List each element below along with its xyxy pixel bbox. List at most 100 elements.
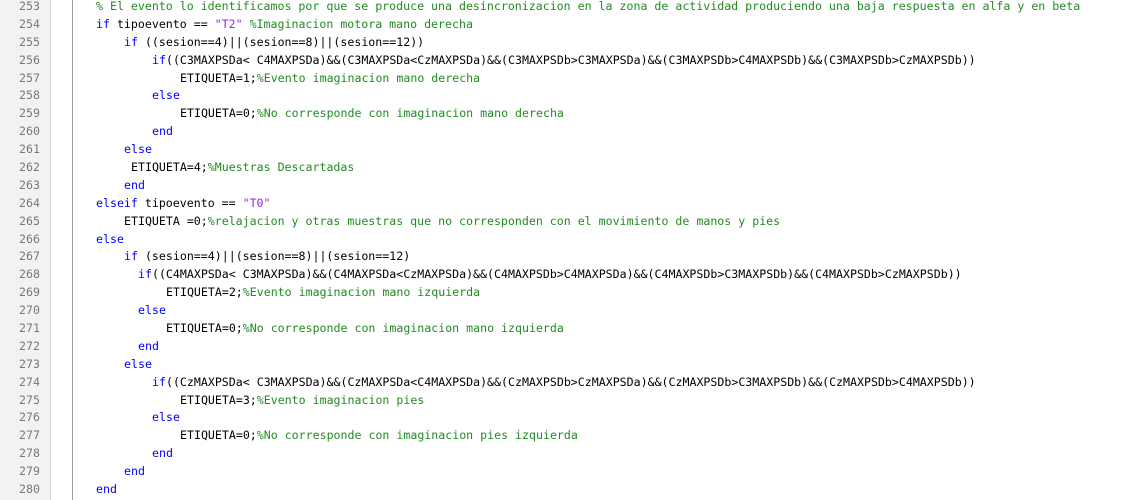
code-text[interactable]: else xyxy=(124,141,152,159)
keyword-token: else xyxy=(124,356,152,371)
code-text[interactable]: else xyxy=(152,87,180,105)
code-token: ETIQUETA=1; xyxy=(180,70,257,85)
line-number: 262 xyxy=(19,160,40,175)
line-number: 276 xyxy=(19,410,40,425)
code-text[interactable]: if ((sesion==4)||(sesion==8)||(sesion==1… xyxy=(124,34,424,52)
code-line[interactable]: 266 else xyxy=(0,231,1136,249)
code-text[interactable]: ETIQUETA=1;%Evento imaginacion mano dere… xyxy=(180,70,480,88)
keyword-token: else xyxy=(152,88,180,103)
keyword-token: end xyxy=(138,338,159,353)
code-text[interactable]: ETIQUETA=2;%Evento imaginacion mano izqu… xyxy=(166,284,480,302)
code-text[interactable]: if((C3MAXPSDa< C4MAXPSDa)&&(C3MAXPSDa<Cz… xyxy=(152,52,976,70)
code-line[interactable]: 262 ETIQUETA=4;%Muestras Descartadas xyxy=(0,159,1136,177)
code-line[interactable]: 264 elseif tipoevento == "T0" xyxy=(0,195,1136,213)
line-number: 269 xyxy=(19,285,40,300)
line-number: 265 xyxy=(19,213,40,228)
line-number: 263 xyxy=(19,177,40,192)
keyword-token: if xyxy=(124,249,138,264)
code-text[interactable]: elseif tipoevento == "T0" xyxy=(96,195,271,213)
code-text[interactable]: if (sesion==4)||(sesion==8)||(sesion==12… xyxy=(124,248,410,266)
code-token: ((CzMAXPSDa< C3MAXPSDa)&&(CzMAXPSDa<C4MA… xyxy=(165,374,976,389)
code-line[interactable]: 268 if((C4MAXPSDa< C3MAXPSDa)&&(C4MAXPSDa… xyxy=(0,266,1136,284)
code-line[interactable]: 271 ETIQUETA=0;%No corresponde con imagin… xyxy=(0,320,1136,338)
code-text[interactable]: % El evento lo identificamos por que se … xyxy=(96,0,1080,16)
line-number: 253 xyxy=(19,0,40,13)
keyword-token: if xyxy=(152,52,166,67)
comment-token: %Imaginacion motora mano derecha xyxy=(249,16,473,31)
comment-token: %No corresponde con imaginacion mano izq… xyxy=(242,321,564,336)
line-number: 257 xyxy=(19,70,40,85)
code-text[interactable]: else xyxy=(124,356,152,374)
code-line[interactable]: 265 ETIQUETA =0;%relajacion y otras muest… xyxy=(0,213,1136,231)
code-text[interactable]: else xyxy=(152,409,180,427)
code-token: ETIQUETA=0; xyxy=(180,106,257,121)
keyword-token: end xyxy=(152,124,173,139)
line-number: 261 xyxy=(19,142,40,157)
code-line[interactable]: 263 end xyxy=(0,177,1136,195)
code-line[interactable]: 272 end xyxy=(0,338,1136,356)
code-line[interactable]: 267 if (sesion==4)||(sesion==8)||(sesion=… xyxy=(0,248,1136,266)
code-text[interactable]: else xyxy=(96,231,124,249)
code-text[interactable]: ETIQUETA=4;%Muestras Descartadas xyxy=(131,159,354,177)
line-number: 268 xyxy=(19,267,40,282)
code-line[interactable]: 259 ETIQUETA=0;%No corresponde con imagin… xyxy=(0,105,1136,123)
line-number: 270 xyxy=(19,303,40,318)
keyword-token: else xyxy=(96,231,124,246)
comment-token: %Evento imaginacion mano derecha xyxy=(256,70,481,85)
code-line[interactable]: 257 ETIQUETA=1;%Evento imaginacion mano d… xyxy=(0,70,1136,88)
keyword-token: if xyxy=(96,16,110,31)
code-text[interactable]: end xyxy=(138,338,159,356)
code-text[interactable]: ETIQUETA =0;%relajacion y otras muestras… xyxy=(124,213,780,231)
code-line[interactable]: 260 end xyxy=(0,123,1136,141)
code-line[interactable]: 275 ETIQUETA=3;%Evento imaginacion pies xyxy=(0,392,1136,410)
code-text[interactable]: end xyxy=(124,463,145,481)
code-token: (sesion==4)||(sesion==8)||(sesion==12) xyxy=(137,249,411,264)
code-line[interactable]: 270 else xyxy=(0,302,1136,320)
code-line[interactable]: 273 else xyxy=(0,356,1136,374)
code-line[interactable]: 278 end xyxy=(0,445,1136,463)
code-token: ETIQUETA=0; xyxy=(166,321,243,336)
code-line[interactable]: 261 else xyxy=(0,141,1136,159)
code-text[interactable]: end xyxy=(96,481,117,499)
code-editor[interactable]: 253 % El evento lo identificamos por que … xyxy=(0,0,1136,500)
code-text[interactable]: end xyxy=(124,177,145,195)
code-line[interactable]: 279 end xyxy=(0,463,1136,481)
code-text[interactable]: if((C4MAXPSDa< C3MAXPSDa)&&(C4MAXPSDa<Cz… xyxy=(138,266,962,284)
code-token: ((sesion==4)||(sesion==8)||(sesion==12)) xyxy=(137,34,425,49)
code-text[interactable]: ETIQUETA=0;%No corresponde con imaginaci… xyxy=(166,320,564,338)
line-number: 256 xyxy=(19,52,40,67)
code-line[interactable]: 276 else xyxy=(0,409,1136,427)
comment-token: %No corresponde con imaginacion pies izq… xyxy=(256,428,578,443)
code-line[interactable]: 256 if((C3MAXPSDa< C4MAXPSDa)&&(C3MAXPSDa… xyxy=(0,52,1136,70)
keyword-token: else xyxy=(138,303,166,318)
code-token: tipoevento == xyxy=(109,16,215,31)
code-text[interactable]: ETIQUETA=3;%Evento imaginacion pies xyxy=(180,392,424,410)
code-line[interactable]: 269 ETIQUETA=2;%Evento imaginacion mano i… xyxy=(0,284,1136,302)
line-number: 278 xyxy=(19,446,40,461)
code-line[interactable]: 274 if((CzMAXPSDa< C3MAXPSDa)&&(CzMAXPSDa… xyxy=(0,374,1136,392)
line-number: 258 xyxy=(19,88,40,103)
code-token: ETIQUETA=0; xyxy=(180,428,257,443)
keyword-token: if xyxy=(152,374,166,389)
code-line[interactable]: 253 % El evento lo identificamos por que … xyxy=(0,0,1136,16)
code-text[interactable]: end xyxy=(152,445,173,463)
code-text[interactable]: else xyxy=(138,302,166,320)
code-text[interactable]: if tipoevento == "T2" %Imaginacion motor… xyxy=(96,16,473,34)
code-token: ETIQUETA=2; xyxy=(166,285,243,300)
code-text[interactable]: if((CzMAXPSDa< C3MAXPSDa)&&(CzMAXPSDa<C4… xyxy=(152,374,976,392)
code-line[interactable]: 255 if ((sesion==4)||(sesion==8)||(sesion… xyxy=(0,34,1136,52)
keyword-token: if xyxy=(138,267,152,282)
code-lines[interactable]: 253 % El evento lo identificamos por que … xyxy=(0,0,1136,499)
line-number: 255 xyxy=(19,34,40,49)
code-line[interactable]: 280 end xyxy=(0,481,1136,499)
code-text[interactable]: ETIQUETA=0;%No corresponde con imaginaci… xyxy=(180,427,578,445)
comment-token: %relajacion y otras muestras que no corr… xyxy=(207,213,781,228)
code-line[interactable]: 254 if tipoevento == "T2" %Imaginacion mo… xyxy=(0,16,1136,34)
code-text[interactable]: end xyxy=(152,123,173,141)
line-number: 275 xyxy=(19,392,40,407)
code-token: tipoevento == xyxy=(137,195,243,210)
code-text[interactable]: ETIQUETA=0;%No corresponde con imaginaci… xyxy=(180,105,564,123)
code-line[interactable]: 258 else xyxy=(0,87,1136,105)
keyword-token: elseif xyxy=(96,195,138,210)
code-line[interactable]: 277 ETIQUETA=0;%No corresponde con imagin… xyxy=(0,427,1136,445)
